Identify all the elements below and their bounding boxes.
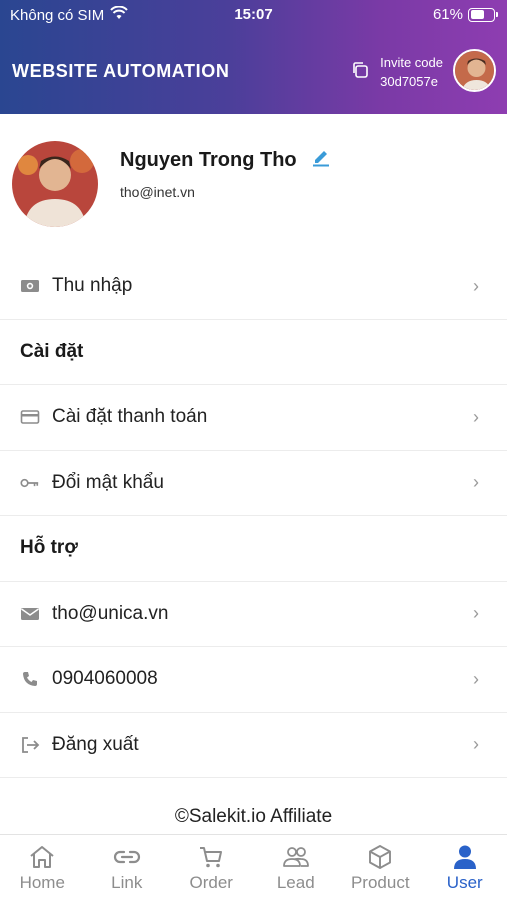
status-bar: Không có SIM 15:07 61% [0, 0, 507, 30]
battery-percent: 61% [432, 6, 463, 23]
phone-icon [20, 669, 40, 689]
bottom-tab-bar: Home Link Order Lead Product User [0, 834, 507, 900]
profile-avatar[interactable] [12, 141, 98, 227]
battery-icon [468, 7, 498, 22]
tab-label: Home [19, 873, 65, 892]
cube-icon [365, 843, 395, 871]
menu-item-label: Cài đặt thanh toán [52, 406, 208, 428]
tab-home[interactable]: Home [0, 835, 85, 900]
tab-label: User [446, 873, 483, 892]
menu-item-income[interactable]: Thu nhập › [0, 254, 507, 320]
tab-order[interactable]: Order [169, 835, 254, 900]
invite-code-value: 30d7057e [380, 74, 438, 89]
profile-name-row: Nguyen Trong Tho [120, 147, 331, 173]
menu-item-support-phone[interactable]: 0904060008 › [0, 647, 507, 713]
settings-menu: Thu nhập › Cài đặt Cài đặt thanh toán › … [0, 254, 507, 778]
app-title: WEBSITE AUTOMATION [12, 61, 230, 81]
menu-item-support-email[interactable]: tho@unica.vn › [0, 582, 507, 647]
chevron-right-icon: › [473, 472, 479, 493]
mail-icon [20, 604, 40, 624]
app-header: Không có SIM 15:07 61% WEBSITE AUTOMATIO… [0, 0, 507, 114]
menu-item-label: Thu nhập [52, 275, 133, 297]
menu-item-label: Đăng xuất [52, 733, 139, 755]
menu-item-payment-settings[interactable]: Cài đặt thanh toán › [0, 385, 507, 451]
section-settings: Cài đặt [0, 320, 507, 385]
menu-item-logout[interactable]: Đăng xuất › [0, 713, 507, 778]
invite-code-label: Invite code [380, 55, 443, 70]
clock: 15:07 [234, 6, 273, 23]
menu-item-change-password[interactable]: Đổi mật khẩu › [0, 451, 507, 516]
header-avatar[interactable] [453, 49, 496, 92]
tab-label: Lead [276, 873, 315, 892]
profile-card: Nguyen Trong Tho tho@inet.vn [0, 114, 507, 250]
footer-copyright: ©Salekit.io Affiliate [174, 806, 333, 827]
chevron-right-icon: › [473, 406, 479, 427]
tab-user[interactable]: User [423, 835, 507, 900]
home-icon [27, 843, 57, 871]
copy-icon[interactable] [350, 60, 370, 85]
tab-product[interactable]: Product [338, 835, 423, 900]
menu-item-label: tho@unica.vn [52, 602, 169, 624]
profile-email: tho@inet.vn [120, 184, 195, 200]
menu-item-label: Đổi mật khẩu [52, 471, 164, 493]
invite-code-copy[interactable]: Invite code 30d7057e [350, 53, 443, 91]
edit-icon[interactable] [311, 147, 331, 173]
tab-label: Product [350, 873, 410, 892]
chevron-right-icon: › [473, 668, 479, 689]
tab-link[interactable]: Link [85, 835, 170, 900]
money-icon [20, 276, 40, 296]
key-icon [20, 473, 40, 493]
section-support: Hỗ trợ [0, 516, 507, 582]
chevron-right-icon: › [473, 603, 479, 624]
users-icon [281, 843, 311, 871]
tab-lead[interactable]: Lead [254, 835, 339, 900]
chevron-right-icon: › [473, 734, 479, 755]
cart-icon [196, 843, 226, 871]
logout-icon [20, 735, 40, 755]
tab-label: Link [111, 873, 143, 892]
credit-card-icon [20, 407, 40, 427]
menu-item-label: 0904060008 [52, 668, 158, 690]
profile-name: Nguyen Trong Tho [120, 148, 297, 171]
tab-label: Order [189, 873, 233, 892]
user-icon [450, 843, 480, 871]
chevron-right-icon: › [473, 275, 479, 296]
link-icon [112, 843, 142, 871]
